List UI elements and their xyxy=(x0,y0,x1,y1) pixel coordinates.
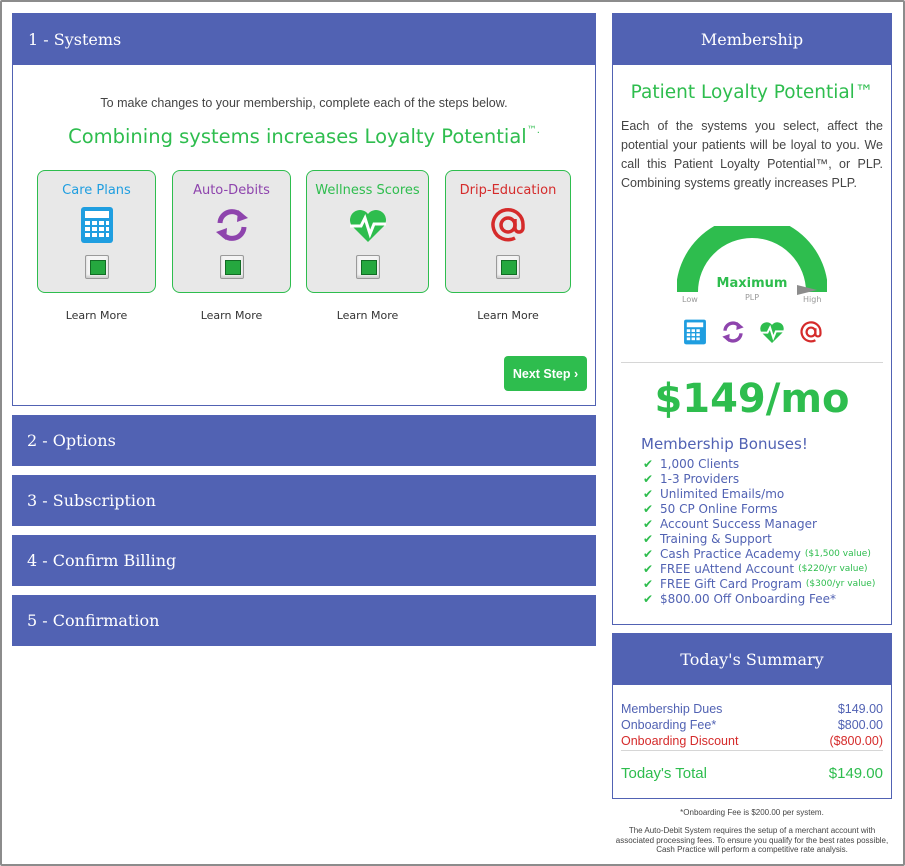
plp-description: Each of the systems you select, affect t… xyxy=(621,119,883,190)
systems-body: To make changes to your membership, comp… xyxy=(13,65,595,405)
card-title: Care Plans xyxy=(62,183,131,198)
check-icon: ✔ xyxy=(643,577,654,591)
step-header-options[interactable]: 2 - Options xyxy=(12,415,596,466)
bonus-item: ✔ Unlimited Emails/mo xyxy=(643,487,785,501)
learn-more-care-plans[interactable]: Learn More xyxy=(37,309,156,322)
system-card-auto-debits[interactable]: Auto-Debits xyxy=(172,170,291,293)
check-icon: ✔ xyxy=(643,502,654,516)
plp-gauge: Maximum PLP Low High xyxy=(676,216,828,311)
card-title: Wellness Scores xyxy=(315,183,420,198)
selected-systems-icons xyxy=(683,319,823,345)
autodebit-footnote: The Auto-Debit System requires the setup… xyxy=(615,826,889,854)
next-step-button[interactable]: Next Step › xyxy=(504,356,587,391)
divider xyxy=(621,750,883,751)
learn-more-auto-debits[interactable]: Learn More xyxy=(172,309,291,322)
plp-title: Patient Loyalty Potential™ xyxy=(630,82,874,103)
systems-panel: 1 - Systems To make changes to your memb… xyxy=(12,13,596,406)
system-card-wellness-scores[interactable]: Wellness Scores xyxy=(306,170,429,293)
bonuses-title: Membership Bonuses! xyxy=(641,435,808,453)
step-header-subscription[interactable]: 3 - Subscription xyxy=(12,475,596,526)
bonus-item: ✔ Training & Support xyxy=(643,532,772,546)
membership-price: $149/mo xyxy=(654,376,850,422)
gauge-value-label: Maximum xyxy=(716,276,788,291)
wellness-scores-checkbox[interactable] xyxy=(355,255,380,279)
sync-icon xyxy=(722,321,744,343)
membership-column: Membership Patient Loyalty Potential™ Ea… xyxy=(612,13,892,799)
check-icon: ✔ xyxy=(643,562,654,576)
at-icon xyxy=(491,208,525,242)
system-card-care-plans[interactable]: Care Plans xyxy=(37,170,156,293)
bonus-item: ✔ 1-3 Providers xyxy=(643,472,740,486)
check-icon: ✔ xyxy=(643,472,654,486)
bonus-item: ✔ Account Success Manager xyxy=(643,517,817,531)
loyalty-heading: Combining systems increases Loyalty Pote… xyxy=(68,125,540,148)
fee-footnote: *Onboarding Fee is $200.00 per system. xyxy=(680,808,824,817)
step-header-confirmation[interactable]: 5 - Confirmation xyxy=(12,595,596,646)
step-header-systems[interactable]: 1 - Systems xyxy=(13,14,595,65)
card-title: Auto-Debits xyxy=(193,183,270,198)
bonus-item: ✔ $800.00 Off Onboarding Fee* xyxy=(643,592,837,606)
check-icon: ✔ xyxy=(643,592,654,606)
check-icon: ✔ xyxy=(643,517,654,531)
bonus-item: ✔ Cash Practice Academy ($1,500 value) xyxy=(643,547,871,561)
summary-row-discount: Onboarding Discount ($800.00) xyxy=(621,734,883,748)
bonus-item: ✔ 1,000 Clients xyxy=(643,457,740,471)
bonus-item: ✔ FREE Gift Card Program ($300/yr value) xyxy=(643,577,876,591)
gauge-low-label: Low xyxy=(682,295,698,304)
heartbeat-icon xyxy=(760,322,784,344)
check-icon: ✔ xyxy=(643,457,654,471)
summary-row-dues: Membership Dues $149.00 xyxy=(621,702,883,716)
check-icon: ✔ xyxy=(643,487,654,501)
at-icon xyxy=(800,321,822,343)
systems-intro: To make changes to your membership, comp… xyxy=(100,96,508,110)
membership-panel: Membership Patient Loyalty Potential™ Ea… xyxy=(612,13,892,625)
check-icon: ✔ xyxy=(643,532,654,546)
bonus-item: ✔ 50 CP Online Forms xyxy=(643,502,778,516)
membership-header: Membership xyxy=(613,14,891,65)
learn-more-wellness-scores[interactable]: Learn More xyxy=(306,309,429,322)
steps-column: 1 - Systems To make changes to your memb… xyxy=(12,13,596,646)
bonus-item: ✔ FREE uAttend Account ($220/yr value) xyxy=(643,562,868,576)
heartbeat-icon xyxy=(349,210,386,242)
bonuses-list: ✔ 1,000 Clients ✔ 1-3 Providers ✔ Unlimited… xyxy=(643,457,875,607)
step-header-billing[interactable]: 4 - Confirm Billing xyxy=(12,535,596,586)
summary-row-fee: Onboarding Fee* $800.00 xyxy=(621,718,883,732)
drip-education-checkbox[interactable] xyxy=(496,255,520,279)
system-card-drip-education[interactable]: Drip-Education xyxy=(445,170,571,293)
gauge-high-label: High xyxy=(803,295,822,304)
learn-more-drip-education[interactable]: Learn More xyxy=(445,309,571,322)
summary-panel: Today's Summary Membership Dues $149.00 O… xyxy=(612,633,892,799)
summary-header: Today's Summary xyxy=(613,634,891,685)
divider xyxy=(621,362,883,363)
calculator-icon xyxy=(684,319,706,345)
summary-row-total: Today's Total $149.00 xyxy=(621,765,883,782)
sync-icon xyxy=(215,209,248,241)
auto-debits-checkbox[interactable] xyxy=(219,255,244,279)
card-title: Drip-Education xyxy=(459,183,557,198)
check-icon: ✔ xyxy=(643,547,654,561)
calculator-icon xyxy=(80,207,113,243)
care-plans-checkbox[interactable] xyxy=(84,255,109,279)
